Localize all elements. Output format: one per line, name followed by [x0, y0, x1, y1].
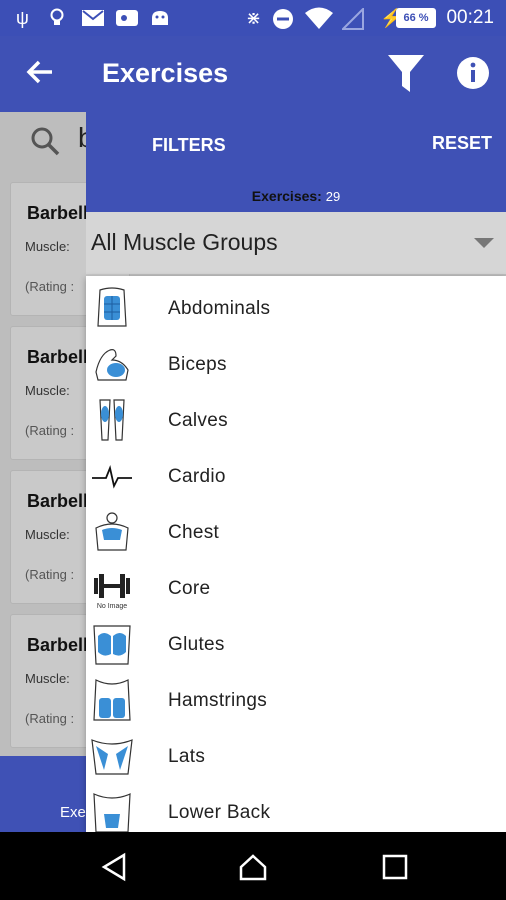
card-title: Barbell	[27, 203, 89, 223]
muscle-group-select[interactable]: All Muscle Groups	[86, 212, 506, 274]
card-muscle: Muscle:	[25, 383, 70, 398]
exercise-count-label: Exercises:	[251, 188, 322, 204]
heartbeat-icon	[92, 464, 132, 489]
glutes-icon	[93, 625, 131, 665]
dropdown-option-lats[interactable]: Lats	[86, 728, 506, 784]
card-rating: (Rating :	[25, 567, 75, 582]
dropdown-option-glutes[interactable]: Glutes	[86, 616, 506, 672]
app-bar: Exercises	[0, 36, 506, 112]
option-label: Lower Back	[168, 802, 271, 823]
card-title: Barbell	[27, 347, 89, 367]
bluetooth-icon: ⋇	[246, 8, 262, 28]
lower-back-icon	[93, 793, 131, 832]
biceps-icon	[95, 349, 129, 381]
usb-icon: ψ	[16, 8, 29, 28]
reset-button[interactable]: RESET	[432, 133, 492, 154]
nav-back-icon[interactable]	[100, 852, 130, 882]
arrow-back-icon[interactable]	[24, 56, 56, 88]
option-label: Calves	[168, 410, 228, 431]
abdominals-icon	[97, 287, 127, 327]
hamstrings-icon	[93, 679, 131, 721]
chevron-down-icon	[474, 238, 494, 248]
option-label: Glutes	[168, 634, 225, 655]
dropdown-option-hamstrings[interactable]: Hamstrings	[86, 672, 506, 728]
card-muscle: Muscle:	[25, 239, 70, 254]
wifi-icon	[305, 7, 333, 29]
card-rating: (Rating :	[25, 711, 75, 726]
card-title: Barbell	[27, 491, 89, 511]
android-icon	[152, 11, 168, 25]
card-rating: (Rating :	[25, 423, 75, 438]
dropdown-option-abdominals[interactable]: Abdominals	[86, 280, 506, 336]
signal-icon	[342, 8, 364, 30]
dropdown-option-lower-back[interactable]: Lower Back	[86, 784, 506, 832]
dropdown-option-calves[interactable]: Calves	[86, 392, 506, 448]
option-label: Core	[168, 578, 211, 599]
option-label: Abdominals	[168, 298, 271, 319]
option-label: Biceps	[168, 354, 227, 375]
exercise-count: Exercises: 29	[86, 188, 506, 204]
drawer-header: FILTERS RESET Exercises: 29	[86, 112, 506, 212]
nav-recents-icon[interactable]	[380, 852, 410, 882]
mail-icon	[82, 10, 104, 26]
page-title: Exercises	[102, 58, 229, 88]
clock: 00:21	[446, 7, 494, 28]
filters-button[interactable]: FILTERS	[152, 135, 226, 156]
option-label: Cardio	[168, 466, 226, 487]
card-muscle: Muscle:	[25, 527, 70, 542]
bottom-bar-label: Exe	[60, 804, 86, 821]
search-icon[interactable]	[30, 126, 60, 156]
info-icon[interactable]	[456, 56, 490, 90]
do-not-disturb-icon	[273, 9, 293, 29]
option-label: Lats	[168, 746, 206, 767]
lightbulb-icon	[50, 8, 64, 25]
card-title: Barbell	[27, 635, 89, 655]
no-image-caption: No Image	[97, 603, 127, 610]
option-label: Hamstrings	[168, 690, 268, 711]
filter-drawer: FILTERS RESET Exercises: 29 All Muscle G…	[86, 112, 506, 832]
exercise-count-value: 29	[325, 189, 341, 204]
dropdown-option-core[interactable]: No Image Core	[86, 560, 506, 616]
dumbbell-icon: No Image	[94, 574, 130, 610]
status-bar: ψ ⋇ ⚡ 66 % 00:21	[0, 0, 506, 36]
dropdown-option-biceps[interactable]: Biceps	[86, 336, 506, 392]
card-muscle: Muscle:	[25, 671, 70, 686]
chest-icon	[95, 512, 129, 551]
dropdown-option-chest[interactable]: Chest	[86, 504, 506, 560]
card-rating: (Rating :	[25, 279, 75, 294]
lats-icon	[91, 739, 133, 775]
funnel-icon[interactable]	[386, 52, 426, 94]
dropdown-option-cardio[interactable]: Cardio	[86, 448, 506, 504]
option-label: Chest	[168, 522, 220, 543]
nav-home-icon[interactable]	[238, 852, 268, 882]
battery-indicator: 66 %	[396, 8, 436, 28]
muscle-group-selected: All Muscle Groups	[91, 229, 278, 255]
calves-icon	[99, 399, 125, 441]
voicemail-icon	[116, 10, 138, 26]
muscle-group-dropdown: Abdominals Biceps Calves Cardio Chest No…	[86, 276, 506, 832]
system-nav-bar	[0, 832, 506, 900]
